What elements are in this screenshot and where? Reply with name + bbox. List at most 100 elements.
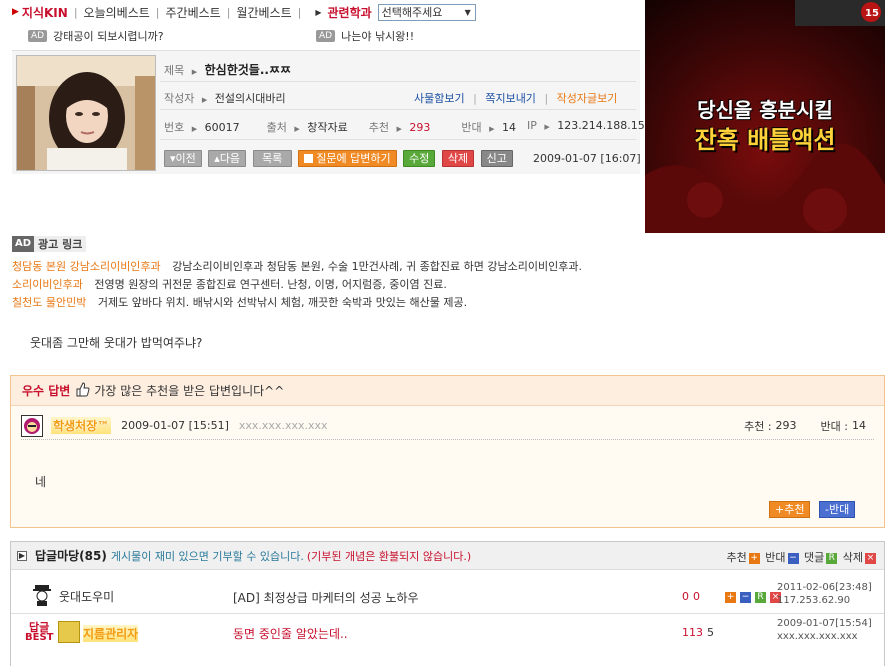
best-badge: BEST	[25, 632, 54, 643]
minus-icon[interactable]: −	[740, 591, 751, 603]
thumbnail-image	[17, 56, 155, 170]
best-answer-box: 우수 답변 가장 많은 추천을 받은 답변입니다^^ 학생처장™ 2009-01…	[10, 375, 885, 528]
author-label: 작성자	[164, 92, 195, 105]
arrow-icon: ▶	[191, 68, 198, 76]
reply-icon	[304, 154, 314, 163]
related-dept-select[interactable]: 선택해주세요 ▼	[377, 3, 476, 21]
delete-button[interactable]: 삭제	[441, 150, 475, 167]
adlink-desc: 거제도 앞바다 위치. 배낚시와 선박낚시 체험, 깨끗한 숙박과 맛있는 해산…	[97, 296, 468, 309]
edit-button[interactable]: 수정	[403, 150, 436, 167]
comment-actions: + − R ×	[723, 590, 783, 603]
post-no: 60017	[204, 121, 240, 134]
answer-rec-label: 추천 :	[744, 419, 772, 433]
answer-ip: xxx.xxx.xxx.xxx	[238, 419, 328, 432]
arrow-icon: ▶	[396, 125, 402, 133]
adlink-header: AD 광고 링크	[12, 236, 87, 252]
collapse-icon[interactable]: ▶	[17, 550, 27, 561]
top-ad-1-text[interactable]: 강태공이 되보시렵니까?	[53, 28, 164, 44]
plus-icon[interactable]: +	[725, 591, 736, 603]
comment-row: 웃대도우미 [AD] 최정상급 마케터의 성공 노하우 0 0 + − R × 201…	[11, 580, 884, 614]
arrow-icon: ▶	[294, 125, 300, 133]
arrow-icon: ▶	[489, 125, 495, 133]
select-value: 선택해주세요	[381, 6, 443, 19]
rec-label: 추천	[368, 121, 390, 134]
comment-ip: 117.253.62.90	[777, 595, 851, 606]
chevron-down-icon: ▼	[464, 7, 471, 17]
ad-tag: AD	[316, 30, 336, 42]
adlink-title: 광고 링크	[38, 238, 83, 251]
adlink-name[interactable]: 칠천도 물안민박	[12, 296, 86, 309]
nav-separator: |	[226, 5, 231, 19]
answer-opp: 14	[852, 419, 866, 432]
ip-row: IP ▶ 123.214.188.152	[527, 119, 652, 132]
divider	[160, 81, 636, 82]
nav-kin-link[interactable]: 지식KIN	[22, 4, 68, 21]
reply-icon[interactable]: R	[755, 591, 766, 603]
comments-title: 답글마당(85)	[35, 549, 107, 563]
prev-button[interactable]: ▾이전	[164, 150, 202, 167]
minus-icon: −	[787, 552, 799, 564]
banner-line1: 당신을 흥분시킬	[697, 98, 833, 122]
post-date: 2009-01-07 [16:07]	[533, 152, 641, 165]
top-ad-2[interactable]: AD 나는야 낚시왕!!	[316, 28, 414, 44]
best-answer-header: 우수 답변 가장 많은 추천을 받은 답변입니다^^	[11, 376, 884, 406]
comment-text[interactable]: [AD] 최정상급 마케터의 성공 노하우	[233, 589, 419, 606]
nav-monthly-best[interactable]: 월간베스트	[236, 4, 291, 21]
nav-today-best[interactable]: 오늘의베스트	[84, 4, 150, 21]
ip-label: IP	[527, 119, 537, 132]
avatar[interactable]	[21, 414, 43, 437]
oppose-button[interactable]: -반대	[819, 501, 856, 518]
comment-rec: 0	[682, 590, 689, 603]
question-title: 한심한것들..ㅉㅉ	[204, 63, 292, 77]
next-button[interactable]: ▴다음	[208, 150, 247, 167]
author-posts-link[interactable]: 작성자글보기	[557, 92, 618, 105]
nav-weekly-best[interactable]: 주간베스트	[166, 4, 221, 21]
author-row: 작성자 ▶ 전설의시대바리	[164, 90, 286, 106]
nav-arrow-icon: ▶	[12, 7, 19, 17]
comment-legend: 추천 + 반대 − 댓글 R 삭제 ×	[727, 549, 879, 565]
comments-header: ▶ 답글마당(85) 게시물이 재미 있으면 기부할 수 있습니다. (기부된 …	[11, 542, 884, 570]
comment-rec: 113	[682, 626, 703, 639]
reply-icon: R	[826, 552, 838, 564]
adlink-name[interactable]: 청담동 본원 강남소리이비인후과	[12, 260, 161, 273]
comments-notice: 게시물이 재미 있으면 기부할 수 있습니다.	[110, 549, 304, 563]
adlink-name[interactable]: 소리이비인후과	[12, 278, 83, 291]
list-button[interactable]: 목록	[252, 150, 292, 167]
related-dept-label: 관련학과	[327, 5, 372, 20]
top-ad-2-text[interactable]: 나는야 낚시왕!!	[341, 28, 414, 44]
arrow-icon: ▶	[201, 96, 208, 104]
answer-nick[interactable]: 학생처장™	[51, 417, 112, 434]
avatar[interactable]	[58, 621, 80, 643]
plus-icon: +	[748, 552, 760, 564]
adlink-item[interactable]: 청담동 본원 강남소리이비인후과 강남소리이비인후과 청담동 본원, 수술 1만…	[12, 258, 582, 274]
legend-reply: 댓글	[804, 551, 825, 564]
comment-nick[interactable]: 지름관리자	[83, 625, 139, 642]
arrow-icon: ▶	[544, 123, 550, 131]
title-row: 제목 ▶ 한심한것들..ㅉㅉ	[164, 61, 291, 78]
link-sep: |	[544, 92, 549, 105]
adlink-item[interactable]: 소리이비인후과 전영명 원장의 귀전문 종합진료 연구센터. 난청, 이명, 어…	[12, 276, 447, 292]
title-label: 제목	[164, 64, 185, 77]
game-banner[interactable]: 15 당신을 흥분시킬 잔혹 배틀액션	[645, 0, 885, 233]
nav-separator: |	[155, 5, 160, 19]
adlink-item[interactable]: 칠천도 물안민박 거제도 앞바다 위치. 배낚시와 선박낚시 체험, 깨끗한 숙…	[12, 294, 467, 310]
comment-opp: 5	[707, 626, 714, 639]
nav-separator: |	[297, 5, 302, 19]
rec-count: 293	[409, 121, 431, 134]
recommend-button[interactable]: +추천	[769, 501, 811, 518]
adlink-desc: 전영명 원장의 귀전문 종합진료 연구센터. 난청, 이명, 어지럼증, 중이염…	[94, 278, 447, 291]
user-icon	[31, 584, 53, 609]
comment-text[interactable]: 동면 중인줄 알았는데..	[233, 625, 348, 642]
message-link[interactable]: 쪽지보내기	[485, 92, 536, 105]
answer-date: 2009-01-07 [15:51]	[121, 419, 229, 432]
answer-button[interactable]: 질문에 답변하기	[298, 150, 397, 167]
comment-nick[interactable]: 웃대도우미	[59, 588, 114, 605]
author-name[interactable]: 전설의시대바리	[215, 92, 286, 105]
no-label: 번호	[164, 121, 185, 134]
locker-link[interactable]: 사물함보기	[414, 92, 465, 105]
nav-separator: |	[73, 5, 78, 19]
report-button[interactable]: 신고	[480, 150, 513, 167]
thumbs-up-icon	[74, 381, 90, 400]
top-ad-1[interactable]: AD 강태공이 되보시렵니까?	[28, 28, 164, 44]
divider	[160, 109, 636, 110]
